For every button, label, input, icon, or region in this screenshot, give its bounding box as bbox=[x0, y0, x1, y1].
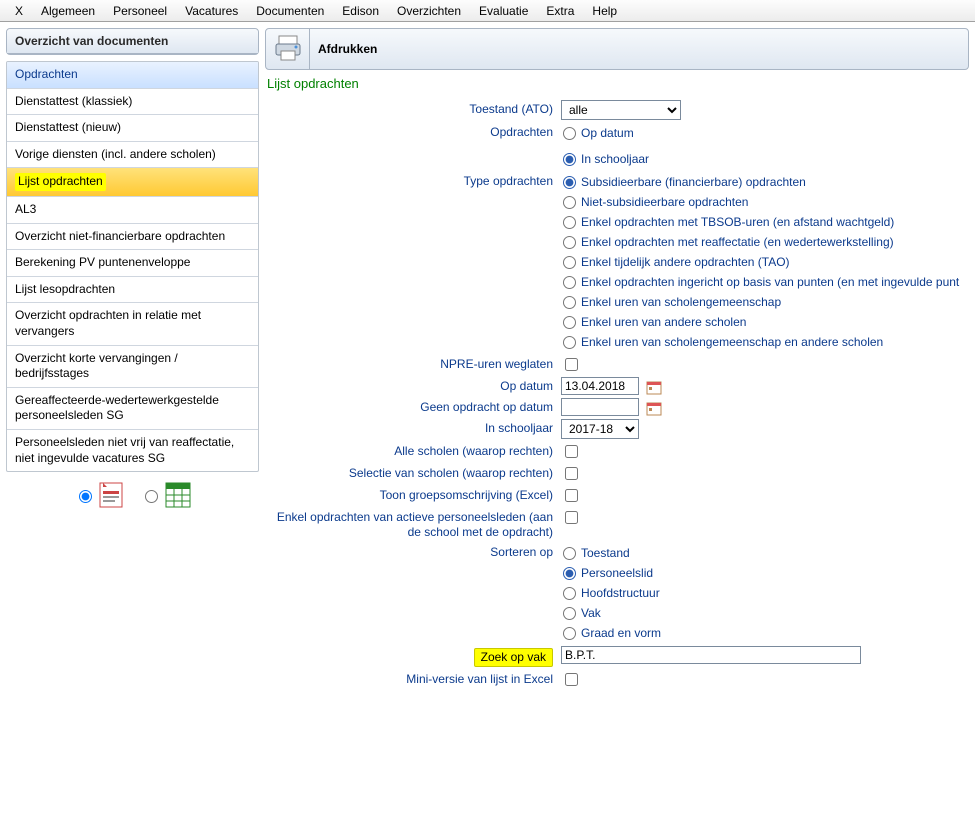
radio-opdrachten-opdatum[interactable]: Op datum bbox=[561, 123, 975, 143]
radio-sort-vak[interactable]: Vak bbox=[561, 603, 975, 623]
check-npre[interactable] bbox=[565, 358, 578, 371]
menu-overzichten[interactable]: Overzichten bbox=[388, 1, 470, 21]
menu-help[interactable]: Help bbox=[583, 1, 626, 21]
select-schooljaar[interactable]: 2017-18 bbox=[561, 419, 639, 439]
menu-x[interactable]: X bbox=[6, 1, 32, 21]
documents-list-item[interactable]: Personeelsleden niet vrij van reaffectat… bbox=[7, 430, 258, 471]
documents-panel: Overzicht van documenten bbox=[6, 28, 259, 55]
label-geen-opdracht: Geen opdracht op datum bbox=[265, 397, 561, 415]
documents-list-item[interactable]: Gereaffecteerde-wedertewerkgestelde pers… bbox=[7, 388, 258, 430]
documents-list-item[interactable]: Vorige diensten (incl. andere scholen) bbox=[7, 142, 258, 169]
menu-algemeen[interactable]: Algemeen bbox=[32, 1, 104, 21]
documents-list-item-selected[interactable]: Lijst opdrachten bbox=[7, 168, 258, 197]
label-type-opdrachten: Type opdrachten bbox=[265, 171, 561, 189]
radio-type-8[interactable]: Enkel uren van scholengemeenschap en and… bbox=[561, 332, 975, 352]
export-options bbox=[6, 472, 259, 518]
label-in-schooljaar: In schooljaar bbox=[265, 418, 561, 436]
documents-list-item[interactable]: Overzicht korte vervangingen / bedrijfss… bbox=[7, 346, 258, 388]
documents-list-item[interactable]: Berekening PV puntenenveloppe bbox=[7, 250, 258, 277]
menu-bar: X Algemeen Personeel Vacatures Documente… bbox=[0, 0, 975, 22]
pdf-icon bbox=[99, 482, 125, 508]
radio-sort-graad[interactable]: Graad en vorm bbox=[561, 623, 975, 643]
label-zoek-op-vak: Zoek op vak bbox=[265, 645, 561, 667]
radio-type-4[interactable]: Enkel tijdelijk andere opdrachten (TAO) bbox=[561, 252, 975, 272]
radio-sort-hoofdstructuur[interactable]: Hoofdstructuur bbox=[561, 583, 975, 603]
label-enkel-actieve: Enkel opdrachten van actieve personeelsl… bbox=[265, 507, 561, 540]
documents-list: Opdrachten Dienstattest (klassiek) Diens… bbox=[6, 61, 259, 472]
print-button[interactable] bbox=[266, 29, 310, 69]
input-op-datum[interactable] bbox=[561, 377, 639, 395]
radio-type-3[interactable]: Enkel opdrachten met reaffectatie (en we… bbox=[561, 232, 975, 252]
input-geen-opdracht[interactable] bbox=[561, 398, 639, 416]
check-selectie-scholen[interactable] bbox=[565, 467, 578, 480]
label-npre: NPRE-uren weglaten bbox=[265, 354, 561, 372]
label-alle-scholen: Alle scholen (waarop rechten) bbox=[265, 441, 561, 459]
menu-documenten[interactable]: Documenten bbox=[247, 1, 333, 21]
radio-type-2[interactable]: Enkel opdrachten met TBSOB-uren (en afst… bbox=[561, 212, 975, 232]
check-groepsomschrijving[interactable] bbox=[565, 489, 578, 502]
export-pdf-radio[interactable] bbox=[74, 482, 125, 508]
radio-type-0[interactable]: Subsidieerbare (financierbare) opdrachte… bbox=[561, 172, 975, 192]
documents-list-item[interactable]: Overzicht opdrachten in relatie met verv… bbox=[7, 303, 258, 345]
documents-list-item[interactable]: Lijst lesopdrachten bbox=[7, 277, 258, 304]
label-op-datum: Op datum bbox=[265, 376, 561, 394]
radio-sort-personeelslid[interactable]: Personeelslid bbox=[561, 563, 975, 583]
calendar-icon[interactable] bbox=[646, 400, 662, 416]
right-toolbar-title: Afdrukken bbox=[310, 29, 968, 69]
right-toolbar: Afdrukken bbox=[265, 28, 969, 70]
documents-list-item[interactable]: Overzicht niet-financierbare opdrachten bbox=[7, 224, 258, 251]
menu-edison[interactable]: Edison bbox=[333, 1, 388, 21]
calendar-icon[interactable] bbox=[646, 379, 662, 395]
printer-icon bbox=[273, 33, 303, 66]
radio-sort-toestand[interactable]: Toestand bbox=[561, 543, 975, 563]
radio-type-5[interactable]: Enkel opdrachten ingericht op basis van … bbox=[561, 272, 975, 292]
menu-extra[interactable]: Extra bbox=[537, 1, 583, 21]
documents-list-header[interactable]: Opdrachten bbox=[7, 62, 258, 89]
label-toestand: Toestand (ATO) bbox=[265, 99, 561, 117]
documents-list-item[interactable]: Dienstattest (nieuw) bbox=[7, 115, 258, 142]
check-enkel-actieve[interactable] bbox=[565, 511, 578, 524]
label-mini-versie: Mini-versie van lijst in Excel bbox=[265, 669, 561, 687]
label-opdrachten: Opdrachten bbox=[265, 122, 561, 140]
label-sorteren: Sorteren op bbox=[265, 542, 561, 560]
label-groepsomschrijving: Toon groepsomschrijving (Excel) bbox=[265, 485, 561, 503]
form-section-title: Lijst opdrachten bbox=[265, 76, 975, 95]
select-toestand[interactable]: alle bbox=[561, 100, 681, 120]
label-selectie-scholen: Selectie van scholen (waarop rechten) bbox=[265, 463, 561, 481]
radio-type-6[interactable]: Enkel uren van scholengemeenschap bbox=[561, 292, 975, 312]
menu-vacatures[interactable]: Vacatures bbox=[176, 1, 247, 21]
radio-type-7[interactable]: Enkel uren van andere scholen bbox=[561, 312, 975, 332]
radio-opdrachten-inschooljaar[interactable]: In schooljaar bbox=[561, 149, 975, 169]
check-mini-versie[interactable] bbox=[565, 673, 578, 686]
documents-list-item[interactable]: AL3 bbox=[7, 197, 258, 224]
menu-evaluatie[interactable]: Evaluatie bbox=[470, 1, 537, 21]
export-excel-radio[interactable] bbox=[140, 482, 191, 508]
excel-icon bbox=[165, 482, 191, 508]
print-form: Toestand (ATO) alle Opdrachten Op datum … bbox=[265, 99, 975, 689]
input-zoek-op-vak[interactable] bbox=[561, 646, 861, 664]
radio-type-1[interactable]: Niet-subsidieerbare opdrachten bbox=[561, 192, 975, 212]
documents-panel-title: Overzicht van documenten bbox=[7, 29, 258, 54]
documents-list-item[interactable]: Dienstattest (klassiek) bbox=[7, 89, 258, 116]
menu-personeel[interactable]: Personeel bbox=[104, 1, 176, 21]
check-alle-scholen[interactable] bbox=[565, 445, 578, 458]
